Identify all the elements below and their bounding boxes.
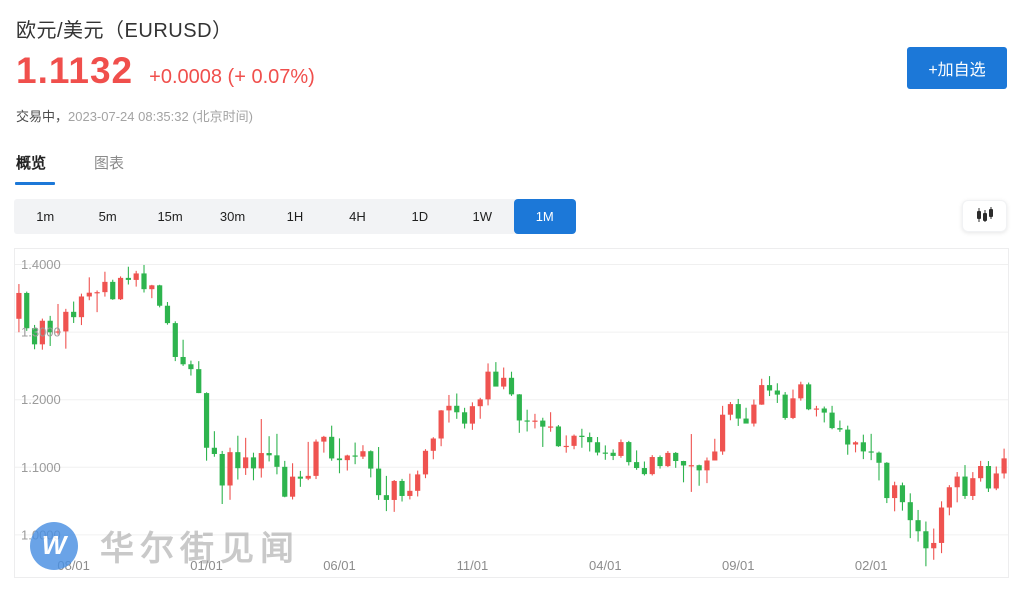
chart-type-button[interactable] bbox=[962, 200, 1007, 232]
svg-text:01/01: 01/01 bbox=[190, 558, 223, 573]
svg-text:02/01: 02/01 bbox=[855, 558, 888, 573]
svg-text:08/01: 08/01 bbox=[57, 558, 90, 573]
timeframe-1h[interactable]: 1H bbox=[264, 199, 326, 234]
tab-chart[interactable]: 图表 bbox=[94, 152, 124, 185]
timeframe-30m[interactable]: 30m bbox=[201, 199, 263, 234]
timeframe-bar: 1m 5m 15m 30m 1H 4H 1D 1W 1M bbox=[14, 199, 576, 234]
svg-text:1.0000: 1.0000 bbox=[21, 527, 61, 542]
svg-text:11/01: 11/01 bbox=[457, 558, 489, 573]
tab-overview[interactable]: 概览 bbox=[16, 152, 46, 185]
svg-text:06/01: 06/01 bbox=[323, 558, 356, 573]
tab-bar: 概览 图表 bbox=[16, 152, 124, 185]
timeframe-1w[interactable]: 1W bbox=[451, 199, 513, 234]
quote-page: 欧元/美元（EURUSD） 1.1132 +0.0008 (+ 0.07%) 交… bbox=[0, 0, 1024, 598]
trading-status-label: 交易中， bbox=[16, 109, 68, 124]
price-row: 1.1132 +0.0008 (+ 0.07%) bbox=[16, 50, 315, 92]
timeframe-4h[interactable]: 4H bbox=[326, 199, 388, 234]
timeframe-15m[interactable]: 15m bbox=[139, 199, 201, 234]
last-price: 1.1132 bbox=[16, 50, 133, 92]
svg-text:1.3000: 1.3000 bbox=[21, 325, 61, 340]
price-change: +0.0008 (+ 0.07%) bbox=[149, 66, 315, 89]
trading-status: 交易中，2023-07-24 08:35:32 (北京时间) bbox=[16, 106, 253, 125]
svg-text:1.4000: 1.4000 bbox=[21, 257, 61, 272]
candlestick-chart-icon bbox=[976, 207, 994, 226]
timeframe-5m[interactable]: 5m bbox=[76, 199, 138, 234]
timeframe-1M[interactable]: 1M bbox=[514, 199, 576, 234]
svg-text:09/01: 09/01 bbox=[722, 558, 755, 573]
svg-text:1.2000: 1.2000 bbox=[21, 392, 61, 407]
timeframe-1d[interactable]: 1D bbox=[389, 199, 451, 234]
add-watchlist-button[interactable]: +加自选 bbox=[907, 47, 1007, 89]
page-title: 欧元/美元（EURUSD） bbox=[16, 14, 233, 43]
quote-timestamp: 2023-07-24 08:35:32 (北京时间) bbox=[68, 109, 253, 124]
candlestick-chart[interactable]: 1.4000 1.3000 1.2000 1.1000 1.0000 08/01 01/01… bbox=[14, 248, 1009, 578]
svg-text:04/01: 04/01 bbox=[589, 558, 622, 573]
timeframe-1m[interactable]: 1m bbox=[14, 199, 76, 234]
svg-text:1.1000: 1.1000 bbox=[21, 460, 61, 475]
